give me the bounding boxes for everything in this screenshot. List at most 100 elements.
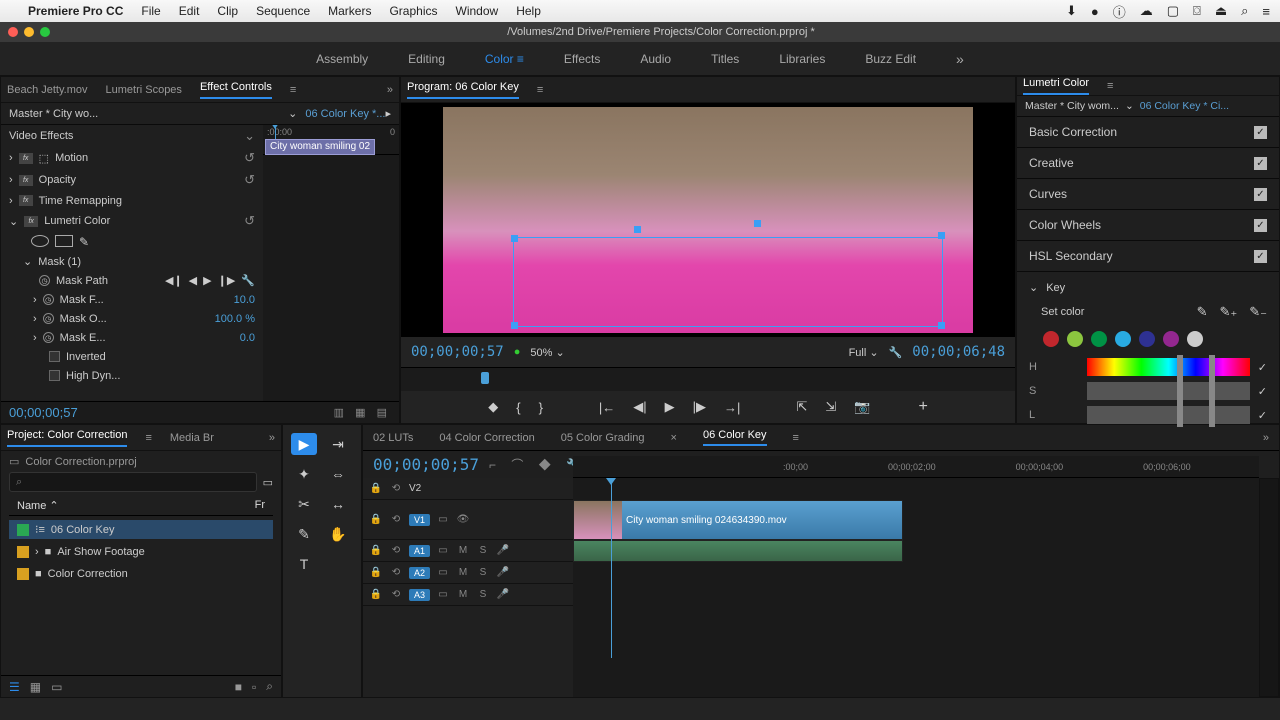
chevron-down-icon[interactable]: ⌄ [1125, 100, 1134, 112]
tab-lumetri-scopes[interactable]: Lumetri Scopes [106, 84, 182, 96]
display-icon[interactable]: ⌼ [1193, 3, 1201, 19]
fx-badge-icon[interactable]: fx [24, 216, 38, 227]
mask-vertex-handle[interactable] [754, 220, 761, 227]
export-frame-icon[interactable]: 📷 [854, 399, 870, 415]
eyedropper-minus-icon[interactable]: ✎₋ [1249, 304, 1267, 320]
hue-range-slider[interactable] [1087, 358, 1250, 376]
timeline-timecode[interactable]: 00;00;00;57 [373, 455, 479, 474]
mark-in-icon[interactable]: { [516, 400, 520, 415]
col-framerate[interactable]: Fr [255, 499, 265, 512]
reset-opacity-icon[interactable]: ↺ [244, 172, 255, 188]
track-a1-label[interactable]: A1 [409, 545, 430, 557]
ec-mask-feather[interactable]: Mask F... [60, 294, 228, 306]
lock-icon[interactable]: 🔒 [369, 514, 383, 525]
lock-icon[interactable]: 🔒 [369, 567, 383, 578]
section-curves[interactable]: Curves [1029, 187, 1067, 201]
slip-tool[interactable]: ↔ [325, 493, 351, 515]
video-clip-v1[interactable]: City woman smiling 024634390.mov [573, 500, 903, 540]
disclosure-icon[interactable]: › [9, 174, 13, 186]
reset-lumetri-icon[interactable]: ↺ [244, 213, 255, 229]
mic-icon[interactable]: 🎤 [496, 545, 510, 556]
hand-tool[interactable]: ✋ [325, 523, 351, 545]
disclosure-icon[interactable]: › [9, 152, 13, 164]
ec-foot-icon[interactable]: ▤ [377, 407, 391, 419]
seq-tab-06-colorkey[interactable]: 06 Color Key [703, 429, 767, 446]
ec-lumetri-color[interactable]: Lumetri Color [44, 215, 238, 227]
eye-icon[interactable]: 👁 [456, 514, 470, 525]
disclosure-icon[interactable]: › [33, 313, 37, 325]
cloud-icon[interactable]: ☁ [1140, 3, 1153, 19]
sync-lock-icon[interactable]: ⟲ [389, 589, 403, 600]
minimize-window-icon[interactable] [24, 27, 34, 37]
workspace-color[interactable]: Color [485, 52, 524, 66]
freeform-view-icon[interactable]: ▭ [51, 680, 62, 694]
eyedropper-icon[interactable]: ✎ [1197, 304, 1208, 320]
ec-mask-path[interactable]: Mask Path [56, 275, 159, 287]
step-fwd-icon[interactable]: |▶ [693, 399, 706, 415]
panel-menu-icon[interactable]: ≡ [1107, 80, 1113, 92]
track-back-icon[interactable]: ◀❙ [165, 274, 183, 287]
mask-opacity-value[interactable]: 100.0 % [215, 313, 255, 325]
panel-overflow-icon[interactable]: » [1263, 432, 1269, 444]
airplay-icon[interactable]: ▢ [1167, 3, 1179, 19]
zoom-window-icon[interactable] [40, 27, 50, 37]
workspace-editing[interactable]: Editing [408, 52, 445, 66]
ec-mask[interactable]: Mask (1) [38, 256, 255, 268]
panel-menu-icon[interactable]: ≡ [145, 432, 151, 444]
lock-icon[interactable]: 🔒 [369, 589, 383, 600]
inverted-checkbox[interactable] [49, 351, 60, 362]
project-search-input[interactable] [9, 472, 257, 492]
mask-expansion-value[interactable]: 0.0 [240, 332, 255, 344]
key-heading[interactable]: Key [1046, 282, 1065, 294]
stopwatch-icon[interactable]: ◷ [43, 313, 54, 324]
menu-markers[interactable]: Markers [328, 4, 371, 18]
disclosure-open-icon[interactable]: ⌄ [1029, 281, 1038, 294]
ec-opacity[interactable]: Opacity [39, 174, 238, 186]
workspace-libraries[interactable]: Libraries [779, 52, 825, 66]
info-icon[interactable]: ⓘ [1113, 2, 1126, 21]
go-to-in-icon[interactable]: |← [599, 400, 615, 415]
disclosure-open-icon[interactable]: ⌄ [9, 215, 18, 228]
ec-motion[interactable]: Motion [55, 152, 238, 164]
section-hsl-secondary[interactable]: HSL Secondary [1029, 249, 1113, 263]
swatch-yellowgreen[interactable] [1067, 331, 1083, 347]
swatch-white[interactable] [1187, 331, 1203, 347]
section-basic-correction[interactable]: Basic Correction [1029, 125, 1117, 139]
menu-graphics[interactable]: Graphics [389, 4, 437, 18]
ec-time-remapping[interactable]: Time Remapping [39, 195, 255, 207]
basic-correction-toggle[interactable]: ✓ [1254, 126, 1267, 139]
toggle-output-icon[interactable]: ▭ [436, 589, 450, 600]
menu-help[interactable]: Help [516, 4, 541, 18]
high-dyn-checkbox[interactable] [49, 370, 60, 381]
seq-tab-04-cc[interactable]: 04 Color Correction [439, 432, 534, 444]
eyedropper-plus-icon[interactable]: ✎₊ [1219, 304, 1237, 320]
extract-icon[interactable]: ⇲ [825, 399, 836, 415]
ec-timeline-clip[interactable]: City woman smiling 02 [265, 139, 375, 155]
settings-wrench-icon[interactable]: 🔧 [889, 346, 903, 359]
panel-overflow-icon[interactable]: » [387, 84, 393, 96]
ec-video-effects[interactable]: Video Effects [9, 130, 238, 142]
toggle-output-icon[interactable]: ▭ [436, 545, 450, 556]
mask-vertex-handle[interactable] [938, 232, 945, 239]
ec-master-clip[interactable]: Master * City wo... [9, 108, 288, 120]
dropdown-icon[interactable]: ⌄ [244, 128, 255, 144]
fx-badge-icon[interactable]: fx [19, 175, 33, 186]
track-v1-label[interactable]: V1 [409, 514, 430, 526]
pen-tool[interactable]: ✎ [291, 523, 317, 545]
menu-window[interactable]: Window [456, 4, 499, 18]
ripple-edit-tool[interactable]: ✦ [291, 463, 317, 485]
disclosure-icon[interactable]: › [35, 546, 39, 558]
menu-list-icon[interactable]: ≡ [1262, 4, 1270, 19]
swatch-cyan[interactable] [1115, 331, 1131, 347]
ec-mask-expansion[interactable]: Mask E... [60, 332, 234, 344]
mask-vertex-handle[interactable] [634, 226, 641, 233]
tab-project[interactable]: Project: Color Correction [7, 429, 127, 447]
toggle-output-icon[interactable]: ▭ [436, 514, 450, 525]
mask-vertex-handle[interactable] [511, 322, 518, 329]
timeline-canvas[interactable]: :00;00 00;00;02;00 00;00;04;00 00;00;06;… [573, 478, 1259, 697]
mask-ellipse-button[interactable] [31, 235, 49, 247]
ec-mini-timeline[interactable]: :00:00 0 City woman smiling 02 [263, 125, 399, 155]
col-name[interactable]: Name ⌃ [17, 499, 255, 512]
menu-clip[interactable]: Clip [217, 4, 238, 18]
wrench-icon[interactable]: 🔧 [241, 274, 255, 287]
